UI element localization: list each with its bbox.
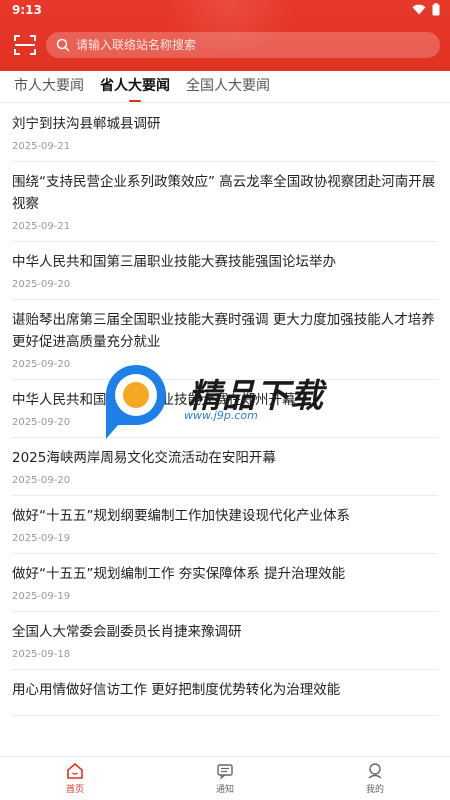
search-input[interactable]: [76, 38, 440, 52]
news-title: 2025海峡两岸周易文化交流活动在安阳开幕: [12, 450, 276, 466]
news-title: 刘宁到扶沟县郸城县调研: [12, 116, 161, 132]
news-title: 中华人民共和国第三届职业技能大赛在郑州开幕: [12, 392, 296, 408]
app-header: 9:13: [0, 0, 450, 71]
news-item[interactable]: 刘宁到扶沟县郸城县调研 2025-09-21: [12, 104, 438, 162]
news-date: 2025-09-18: [12, 649, 71, 660]
news-title: 全国人大常委会副委员长肖捷来豫调研: [12, 624, 242, 640]
nav-home-label: 首页: [65, 785, 84, 795]
notice-icon: [217, 764, 233, 780]
news-date: 2025-09-21: [12, 141, 71, 152]
news-item[interactable]: 中华人民共和国第三届职业技能大赛在郑州开幕 2025-09-20: [12, 380, 438, 438]
battery-icon: [432, 3, 440, 16]
news-date: 2025-09-20: [12, 279, 71, 290]
news-tabs: 市人大要闻 省人大要闻 全国人大要闻: [0, 71, 450, 103]
nav-home[interactable]: 首页: [35, 762, 115, 795]
news-item[interactable]: 中华人民共和国第三届职业技能大赛技能强国论坛举办 2025-09-20: [12, 242, 438, 300]
news-date: 2025-09-21: [12, 221, 71, 232]
news-item[interactable]: 2025海峡两岸周易文化交流活动在安阳开幕 2025-09-20: [12, 438, 438, 496]
bottom-nav: 首页 通知 我的: [0, 756, 450, 800]
news-item[interactable]: 做好“十五五”规划纲要编制工作加快建设现代化产业体系 2025-09-19: [12, 496, 438, 554]
news-title: 围绕“支持民营企业系列政策效应” 高云龙率全国政协视察团赴河南开展视察: [12, 174, 436, 212]
news-title: 中华人民共和国第三届职业技能大赛技能强国论坛举办: [12, 254, 336, 270]
tab-national-news[interactable]: 全国人大要闻: [186, 71, 270, 103]
news-item[interactable]: 全国人大常委会副委员长肖捷来豫调研 2025-09-18: [12, 612, 438, 670]
news-item[interactable]: 谌贻琴出席第三届全国职业技能大赛时强调 更大力度加强技能人才培养 更好促进高质量…: [12, 300, 438, 380]
news-date: 2025-09-19: [12, 533, 71, 544]
wifi-icon: [412, 4, 426, 15]
news-list: 刘宁到扶沟县郸城县调研 2025-09-21 围绕“支持民营企业系列政策效应” …: [0, 104, 450, 754]
news-item[interactable]: 做好“十五五”规划编制工作 夯实保障体系 提升治理效能 2025-09-19: [12, 554, 438, 612]
nav-profile[interactable]: 我的: [335, 762, 415, 795]
news-title: 用心用情做好信访工作 更好把制度优势转化为治理效能: [12, 682, 341, 698]
news-title: 做好“十五五”规划编制工作 夯实保障体系 提升治理效能: [12, 566, 346, 582]
nav-notice-label: 通知: [215, 785, 234, 795]
status-time: 9:13: [12, 3, 42, 17]
nav-profile-label: 我的: [365, 785, 384, 795]
status-icons: [412, 3, 440, 16]
news-item[interactable]: 用心用情做好信访工作 更好把制度优势转化为治理效能: [12, 670, 438, 716]
news-date: 2025-09-19: [12, 591, 71, 602]
tab-city-news[interactable]: 市人大要闻: [14, 71, 84, 103]
news-title: 谌贻琴出席第三届全国职业技能大赛时强调 更大力度加强技能人才培养 更好促进高质量…: [12, 312, 435, 350]
news-date: 2025-09-20: [12, 417, 71, 428]
search-box[interactable]: [46, 32, 440, 58]
news-title: 做好“十五五”规划纲要编制工作加快建设现代化产业体系: [12, 508, 350, 524]
scan-icon[interactable]: [14, 35, 36, 55]
search-icon: [56, 38, 70, 52]
status-bar: 9:13: [0, 0, 450, 22]
news-item[interactable]: 围绕“支持民营企业系列政策效应” 高云龙率全国政协视察团赴河南开展视察 2025…: [12, 162, 438, 242]
news-date: 2025-09-20: [12, 475, 71, 486]
news-date: 2025-09-20: [12, 359, 71, 370]
home-icon: [67, 762, 83, 779]
nav-notice[interactable]: 通知: [185, 762, 265, 795]
profile-icon: [368, 763, 382, 779]
tab-province-news[interactable]: 省人大要闻: [100, 71, 170, 103]
